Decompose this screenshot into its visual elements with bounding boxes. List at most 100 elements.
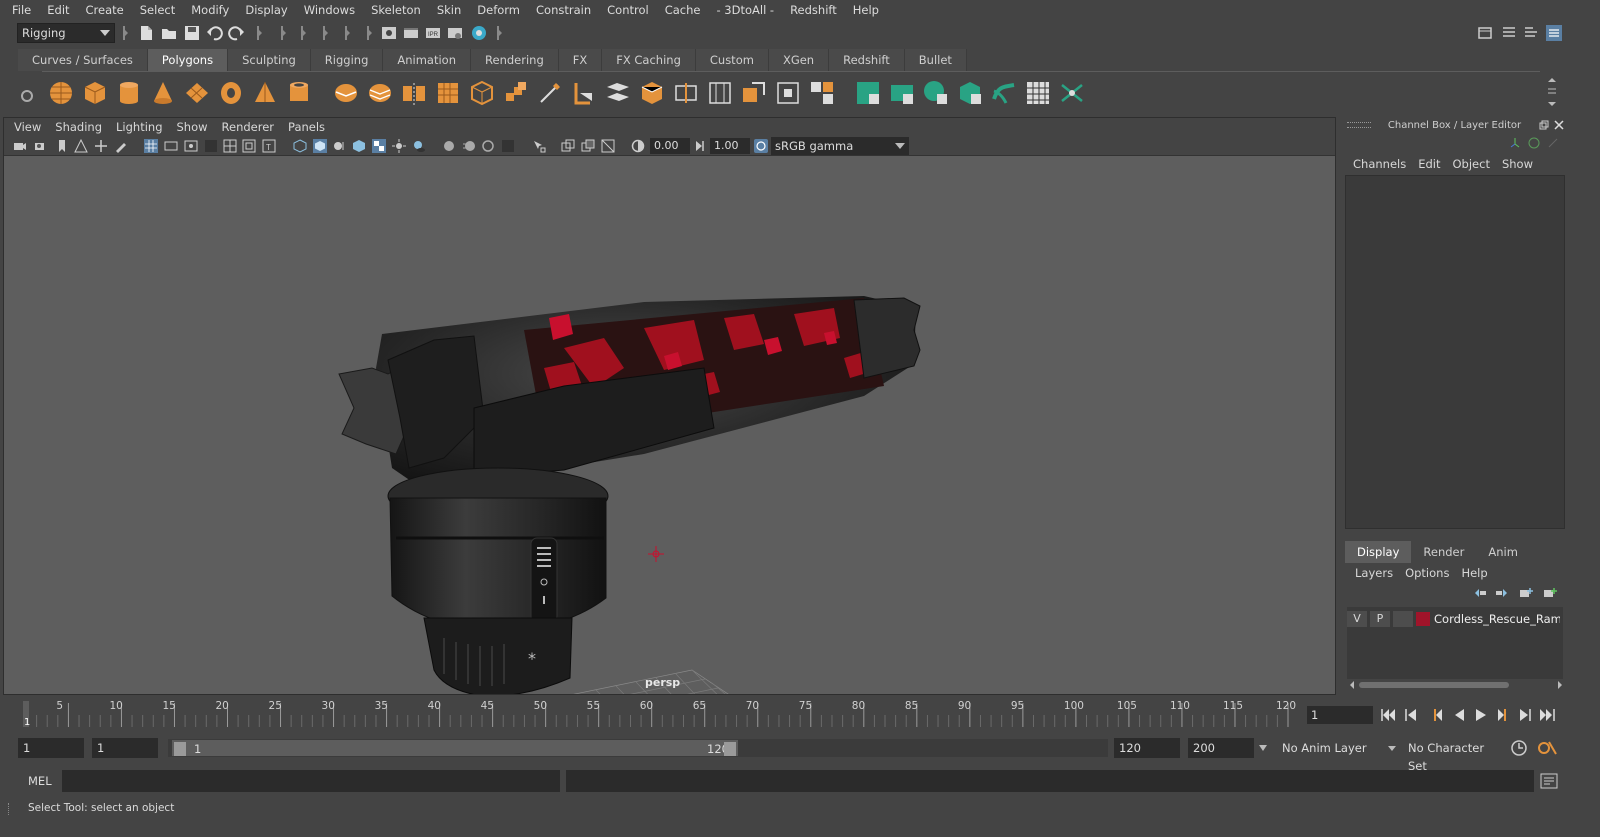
script-language-toggle[interactable]: MEL (28, 774, 52, 788)
viewport-menu-lighting[interactable]: Lighting (109, 120, 169, 134)
bookmark-icon[interactable] (55, 139, 69, 153)
multisample-aa-icon[interactable] (481, 139, 495, 153)
append-polygon-icon[interactable] (638, 79, 666, 107)
collapse-divider-icon[interactable] (298, 24, 306, 42)
poly-plane-icon[interactable] (183, 79, 211, 107)
menu-constrain[interactable]: Constrain (528, 3, 599, 17)
gamma-field[interactable]: 1.00 (710, 138, 750, 154)
smooth-shade-icon[interactable] (313, 139, 327, 153)
range-slider-bar[interactable]: 1 120 (172, 740, 738, 756)
insert-edge-loop-icon[interactable] (672, 79, 700, 107)
poly-pyramid-icon[interactable] (251, 79, 279, 107)
current-frame-field[interactable]: 1 (1307, 706, 1373, 724)
bevel-icon[interactable] (570, 79, 598, 107)
uv-spherical-icon[interactable] (922, 79, 950, 107)
depth-of-field-icon[interactable] (501, 139, 515, 153)
uv-planar-icon[interactable] (854, 79, 882, 107)
script-editor-icon[interactable] (1540, 772, 1558, 790)
time-slider[interactable]: 5 10 15 20 25 30 35 40 45 50 55 60 65 70 75 80 85 90 95 100… (18, 699, 1300, 729)
tab-display[interactable]: Display (1345, 541, 1412, 563)
menu-edit[interactable]: Edit (39, 3, 77, 17)
gate-mask-icon[interactable] (204, 139, 218, 153)
screen-space-ao-icon[interactable] (442, 139, 456, 153)
menu-windows[interactable]: Windows (296, 3, 363, 17)
view-transform-dropdown[interactable]: sRGB gamma (771, 137, 909, 155)
layer-playback-toggle[interactable]: P (1370, 611, 1390, 627)
playback-end-field[interactable]: 120 (1114, 738, 1180, 758)
tab-polygons[interactable]: Polygons (147, 49, 229, 71)
collapse-divider-icon[interactable] (494, 24, 502, 42)
uv-automatic-icon[interactable] (956, 79, 984, 107)
anim-layer-dropdown[interactable]: No Anim Layer (1276, 739, 1398, 757)
camera-icon[interactable] (13, 139, 27, 153)
channel-menu-channels[interactable]: Channels (1347, 157, 1412, 171)
menu-3dtoall[interactable]: - 3DtoAll - (708, 3, 782, 17)
uv-cylindrical-icon[interactable] (888, 79, 916, 107)
move-layer-down-icon[interactable] (1495, 587, 1509, 599)
tab-fx-caching[interactable]: FX Caching (602, 49, 696, 71)
range-end-handle[interactable] (724, 742, 736, 756)
layer-menu-options[interactable]: Options (1399, 566, 1455, 580)
tab-redshift[interactable]: Redshift (829, 49, 905, 71)
uv-editor-icon[interactable] (1024, 79, 1052, 107)
camera-attributes-icon[interactable] (34, 139, 48, 153)
command-line-input[interactable] (62, 770, 560, 792)
grid-toggle-icon[interactable] (144, 139, 158, 153)
attribute-editor-icon[interactable] (1500, 24, 1518, 42)
menu-skeleton[interactable]: Skeleton (363, 3, 429, 17)
modeling-toolkit-icon[interactable] (1476, 24, 1494, 42)
tab-xgen[interactable]: XGen (768, 49, 830, 71)
panel-grip-icon[interactable] (8, 803, 11, 815)
layer-color-swatch[interactable] (1416, 612, 1430, 626)
channel-box-icon[interactable] (1545, 24, 1563, 42)
ipr-render-icon[interactable]: IPR (424, 24, 442, 42)
collapse-divider-icon[interactable] (364, 24, 372, 42)
close-icon[interactable] (1554, 120, 1564, 130)
merge-icon[interactable] (774, 79, 802, 107)
menu-select[interactable]: Select (132, 3, 183, 17)
grease-pencil-icon[interactable] (114, 139, 128, 153)
gamma-icon[interactable] (693, 139, 707, 153)
collapse-divider-icon[interactable] (120, 24, 128, 42)
viewport-menu-view[interactable]: View (7, 120, 48, 134)
perspective-viewport[interactable]: View Shading Lighting Show Renderer Pane… (3, 117, 1336, 695)
poly-cylinder-icon[interactable] (115, 79, 143, 107)
save-scene-icon[interactable] (183, 24, 201, 42)
menu-create[interactable]: Create (78, 3, 132, 17)
render-view-icon[interactable] (380, 24, 398, 42)
manipulator-icon[interactable] (1509, 137, 1521, 149)
auto-key-icon[interactable] (1509, 738, 1529, 758)
separate-icon[interactable] (366, 79, 394, 107)
new-scene-icon[interactable] (137, 24, 155, 42)
channel-menu-object[interactable]: Object (1447, 157, 1496, 171)
tab-curves-surfaces[interactable]: Curves / Surfaces (18, 49, 148, 71)
poly-torus-icon[interactable] (217, 79, 245, 107)
viewport-menu-renderer[interactable]: Renderer (215, 120, 282, 134)
collapse-icon[interactable] (808, 79, 836, 107)
safe-action-icon[interactable] (242, 139, 256, 153)
range-start-handle[interactable] (174, 742, 186, 756)
image-plane-icon[interactable] (74, 139, 88, 153)
offset-edge-loop-icon[interactable] (706, 79, 734, 107)
poly-cube-icon[interactable] (81, 79, 109, 107)
isolate-select-icon[interactable] (532, 139, 546, 153)
shadows-icon[interactable] (412, 139, 426, 153)
viewport-menu-shading[interactable]: Shading (48, 120, 109, 134)
menu-skin[interactable]: Skin (429, 3, 469, 17)
float-panel-icon[interactable] (1539, 120, 1549, 130)
speed-icon[interactable] (1528, 137, 1540, 149)
menu-cache[interactable]: Cache (657, 3, 709, 17)
channel-menu-edit[interactable]: Edit (1412, 157, 1446, 171)
viewport-menu-panels[interactable]: Panels (281, 120, 332, 134)
combine-icon[interactable] (332, 79, 360, 107)
hypershade-icon[interactable] (470, 24, 488, 42)
default-lighting-icon[interactable] (332, 139, 346, 153)
boolean-icon[interactable] (468, 79, 496, 107)
menu-control[interactable]: Control (599, 3, 657, 17)
fill-hole-icon[interactable] (740, 79, 768, 107)
tab-bullet[interactable]: Bullet (904, 49, 967, 71)
animation-start-field[interactable]: 1 (18, 738, 84, 758)
menu-set-dropdown[interactable]: Rigging (17, 23, 115, 43)
layer-display-type-toggle[interactable] (1393, 611, 1413, 627)
2d-pan-zoom-icon[interactable] (94, 139, 108, 153)
